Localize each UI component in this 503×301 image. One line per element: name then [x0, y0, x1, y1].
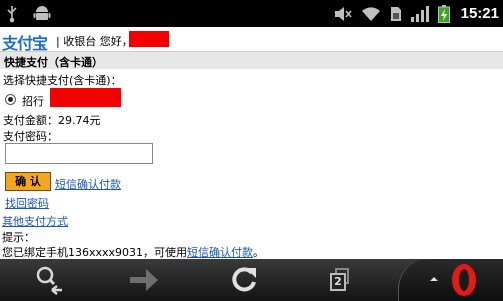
password-label: 支付密码： [3, 130, 58, 143]
reload-icon [232, 267, 256, 292]
password-input[interactable] [5, 143, 153, 164]
forward-icon [130, 269, 158, 291]
status-bar: 15:21 [0, 0, 503, 27]
section-title: 快捷支付（含卡通） [4, 56, 103, 69]
tip-text: 您已绑定手机136xxxx9031，可使用 [2, 246, 188, 259]
redacted-card-number [50, 88, 121, 107]
tip-line: 您已绑定手机136xxxx9031，可使用短信确认付款。 [2, 244, 264, 260]
card-label: 招行 [22, 95, 44, 108]
status-time: 15:21 [460, 5, 499, 22]
reload-button[interactable] [214, 259, 274, 301]
zoom-back-button[interactable] [20, 259, 80, 301]
redacted-username [129, 31, 169, 47]
choose-payment-label: 选择快捷支付(含卡通)： [3, 74, 122, 87]
forward-button[interactable] [114, 259, 174, 301]
tip-end: 。 [253, 246, 265, 259]
browser-toolbar: 2 [0, 259, 503, 301]
tab-count: 2 [330, 273, 346, 291]
mute-icon [334, 6, 352, 21]
sms-confirm-link[interactable]: 短信确认付款 [55, 176, 121, 192]
wifi-icon [361, 6, 380, 21]
signal-icon [410, 5, 429, 22]
usb-icon [7, 6, 17, 23]
header-greeting: | 收银台 您好， [56, 35, 133, 48]
opera-menu-area [398, 259, 503, 301]
tip-title: 提示： [2, 231, 35, 244]
battery-icon [437, 4, 450, 23]
section-header: 快捷支付（含卡通） [0, 51, 503, 69]
status-left-icons [6, 3, 56, 23]
confirm-button[interactable]: 确 认 [5, 172, 51, 191]
tabs-icon: 2 [322, 264, 354, 296]
opera-menu-icon [430, 264, 476, 296]
page-header: 支付宝 | 收银台 您好， [0, 27, 503, 53]
find-password-link[interactable]: 找回密码 [5, 195, 49, 211]
other-payment-link[interactable]: 其他支付方式 [2, 213, 68, 229]
amount-label: 支付金额：29.74元 [3, 114, 101, 127]
status-right-icons: 15:21 [334, 0, 499, 27]
tabs-button[interactable]: 2 [308, 259, 368, 301]
zoom-back-icon [36, 266, 62, 295]
card-radio[interactable] [5, 94, 16, 105]
android-icon [33, 6, 51, 20]
opera-menu-button[interactable] [409, 259, 499, 301]
tip-sms-link[interactable]: 短信确认付款 [187, 246, 253, 259]
sim-icon [390, 6, 401, 21]
web-content: 支付宝 | 收银台 您好， 快捷支付（含卡通） 选择快捷支付(含卡通)： 招行 … [0, 27, 503, 259]
